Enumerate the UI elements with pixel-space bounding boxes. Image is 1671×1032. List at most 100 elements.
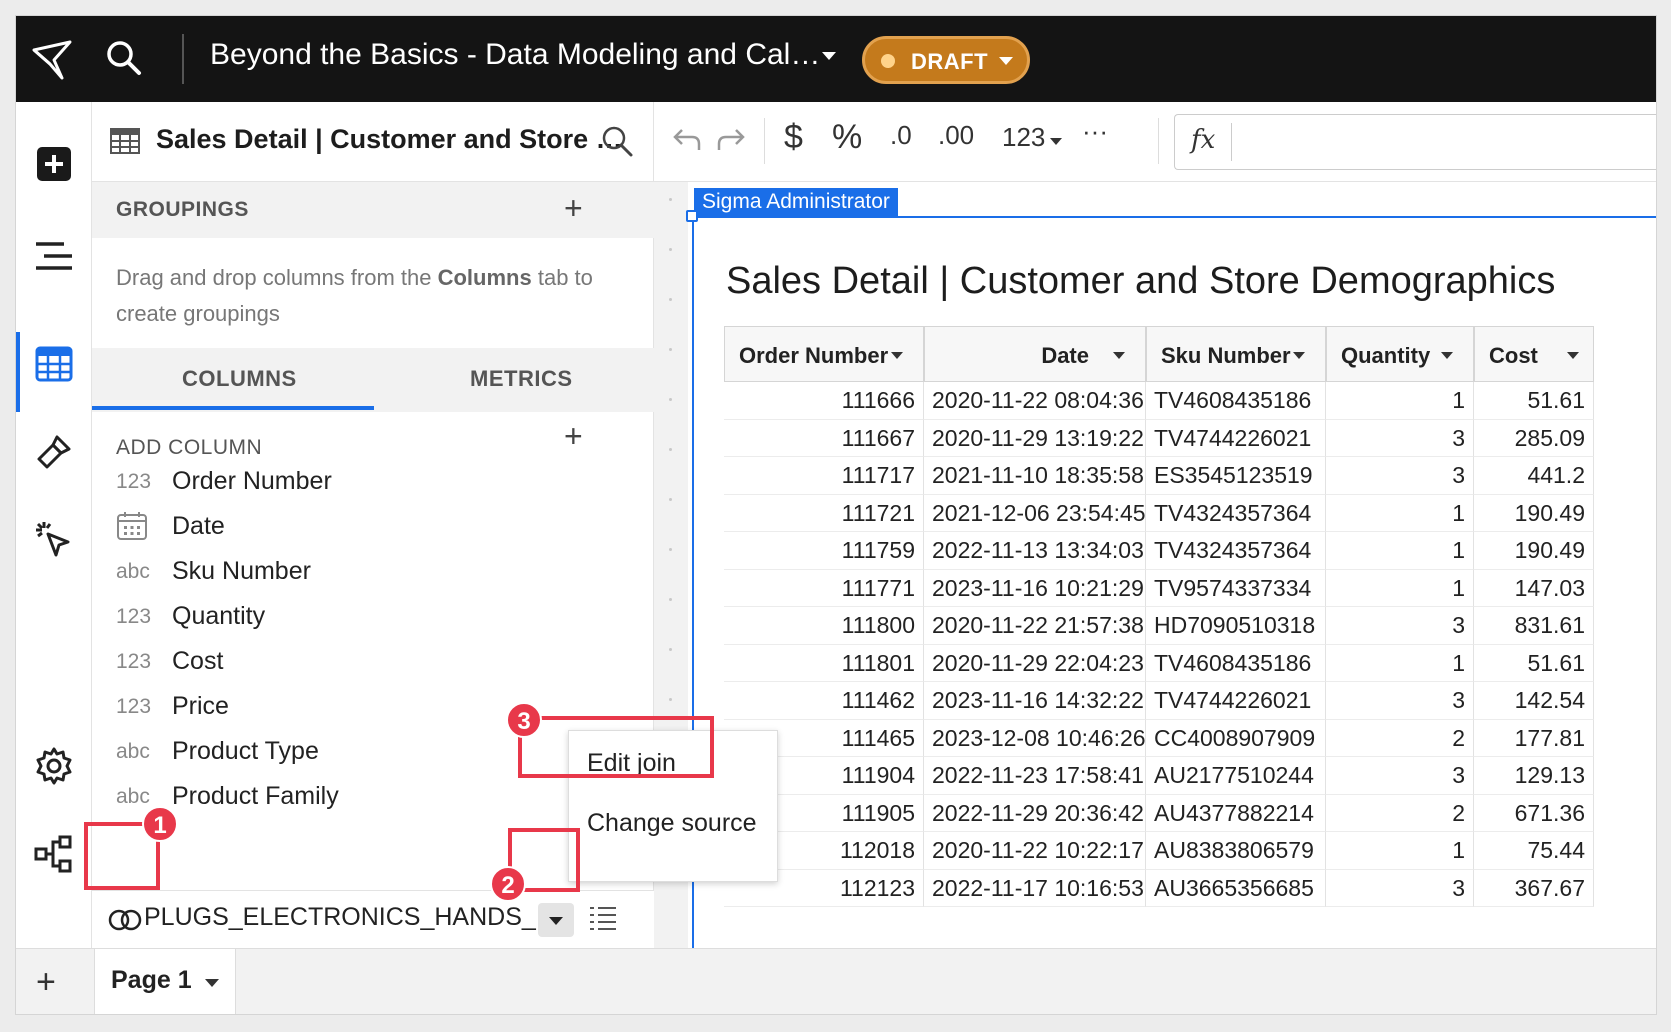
- table-cell[interactable]: TV4608435186: [1146, 644, 1326, 682]
- page-tab[interactable]: Page 1: [94, 949, 236, 1014]
- table-cell[interactable]: 2022-11-17 10:16:53: [924, 869, 1146, 907]
- table-cell[interactable]: 147.03: [1474, 569, 1594, 607]
- table-cell[interactable]: 75.44: [1474, 832, 1594, 870]
- column-item[interactable]: 123 Price: [116, 689, 536, 729]
- table-cell[interactable]: 441.2: [1474, 457, 1594, 495]
- table-cell[interactable]: 2020-11-29 22:04:23: [924, 644, 1146, 682]
- table-element[interactable]: Sales Detail | Customer and Store Demogr…: [692, 216, 1656, 956]
- table-cell[interactable]: 3: [1326, 457, 1474, 495]
- column-list-icon[interactable]: [588, 903, 618, 938]
- more-options-button[interactable]: ···: [1082, 116, 1108, 147]
- table-cell[interactable]: 2023-12-08 10:46:26: [924, 719, 1146, 757]
- table-cell[interactable]: 1: [1326, 382, 1474, 420]
- undo-icon[interactable]: [672, 124, 702, 162]
- column-item[interactable]: abc Product Type: [116, 734, 536, 774]
- table-cell[interactable]: 285.09: [1474, 419, 1594, 457]
- table-cell[interactable]: 1: [1326, 644, 1474, 682]
- table-cell[interactable]: 2020-11-29 13:19:22: [924, 419, 1146, 457]
- table-cell[interactable]: TV4744226021: [1146, 682, 1326, 720]
- table-cell[interactable]: 111667: [724, 419, 924, 457]
- table-cell[interactable]: 190.49: [1474, 532, 1594, 570]
- column-menu-chevron-down-icon[interactable]: [1441, 352, 1453, 359]
- table-cell[interactable]: AU8383806579: [1146, 832, 1326, 870]
- table-cell[interactable]: 2020-11-22 10:22:17: [924, 832, 1146, 870]
- tab-metrics[interactable]: METRICS: [470, 366, 573, 392]
- column-item[interactable]: abc Product Family: [116, 779, 536, 819]
- resize-handle[interactable]: [686, 210, 698, 222]
- table-cell[interactable]: 111759: [724, 532, 924, 570]
- add-grouping-icon[interactable]: +: [564, 192, 583, 224]
- table-cell[interactable]: 367.67: [1474, 869, 1594, 907]
- table-cell[interactable]: 2: [1326, 719, 1474, 757]
- table-icon[interactable]: [30, 340, 78, 388]
- add-column-icon[interactable]: +: [564, 420, 583, 452]
- table-cell[interactable]: 1: [1326, 569, 1474, 607]
- change-source-menu-item[interactable]: Change source: [587, 809, 757, 838]
- element-title[interactable]: Sales Detail | Customer and Store Demogr…: [726, 260, 1555, 303]
- table-cell[interactable]: 2: [1326, 794, 1474, 832]
- table-cell[interactable]: AU2177510244: [1146, 757, 1326, 795]
- column-header[interactable]: Order Number: [724, 326, 924, 382]
- table-cell[interactable]: AU4377882214: [1146, 794, 1326, 832]
- table-cell[interactable]: 2023-11-16 10:21:29: [924, 569, 1146, 607]
- add-page-icon[interactable]: +: [36, 963, 56, 1002]
- percent-format-button[interactable]: %: [832, 118, 862, 157]
- chevron-down-icon[interactable]: [205, 979, 219, 987]
- table-cell[interactable]: 111800: [724, 607, 924, 645]
- table-cell[interactable]: CC4008907909: [1146, 719, 1326, 757]
- decrease-decimals-button[interactable]: .0: [890, 120, 912, 151]
- table-cell[interactable]: 3: [1326, 757, 1474, 795]
- table-cell[interactable]: TV4324357364: [1146, 532, 1326, 570]
- table-cell[interactable]: 2020-11-22 08:04:36: [924, 382, 1146, 420]
- sigma-logo-icon[interactable]: [30, 38, 76, 82]
- column-item[interactable]: Date: [116, 509, 536, 549]
- table-cell[interactable]: 831.61: [1474, 607, 1594, 645]
- table-cell[interactable]: 3: [1326, 682, 1474, 720]
- table-cell[interactable]: 1: [1326, 532, 1474, 570]
- column-item[interactable]: 123 Cost: [116, 644, 536, 684]
- table-cell[interactable]: 3: [1326, 869, 1474, 907]
- number-format-button[interactable]: 123: [1002, 122, 1045, 153]
- table-cell[interactable]: 2022-11-23 17:58:41: [924, 757, 1146, 795]
- source-menu-button[interactable]: [538, 903, 574, 937]
- table-cell[interactable]: TV4744226021: [1146, 419, 1326, 457]
- column-menu-chevron-down-icon[interactable]: [1567, 352, 1579, 359]
- table-cell[interactable]: 177.81: [1474, 719, 1594, 757]
- lineage-icon[interactable]: [30, 830, 78, 878]
- number-format-chevron-down-icon[interactable]: [1050, 138, 1062, 145]
- pointer-click-icon[interactable]: [30, 516, 78, 564]
- workbook-title[interactable]: Beyond the Basics - Data Modeling and Ca…: [210, 38, 820, 72]
- table-cell[interactable]: TV4324357364: [1146, 494, 1326, 532]
- column-header[interactable]: Date: [924, 326, 1146, 382]
- table-cell[interactable]: HD7090510318: [1146, 607, 1326, 645]
- table-cell[interactable]: AU3665356685: [1146, 869, 1326, 907]
- currency-format-button[interactable]: $: [784, 118, 803, 157]
- table-cell[interactable]: 111801: [724, 644, 924, 682]
- table-cell[interactable]: 129.13: [1474, 757, 1594, 795]
- table-cell[interactable]: 1: [1326, 494, 1474, 532]
- table-cell[interactable]: 3: [1326, 607, 1474, 645]
- table-cell[interactable]: 671.36: [1474, 794, 1594, 832]
- title-chevron-down-icon[interactable]: [822, 52, 836, 60]
- table-cell[interactable]: 111721: [724, 494, 924, 532]
- table-cell[interactable]: TV4608435186: [1146, 382, 1326, 420]
- increase-decimals-button[interactable]: .00: [938, 120, 974, 151]
- outline-icon[interactable]: [30, 232, 78, 280]
- redo-icon[interactable]: [716, 124, 746, 162]
- data-source-row[interactable]: PLUGS_ELECTRONICS_HANDS_…: [92, 890, 654, 948]
- column-item[interactable]: 123 Order Number: [116, 464, 536, 504]
- column-menu-chevron-down-icon[interactable]: [1113, 352, 1125, 359]
- table-cell[interactable]: 1: [1326, 832, 1474, 870]
- add-icon[interactable]: [30, 140, 78, 188]
- draft-status-button[interactable]: DRAFT: [862, 36, 1030, 84]
- table-cell[interactable]: 2023-11-16 14:32:22: [924, 682, 1146, 720]
- table-cell[interactable]: 2021-12-06 23:54:45: [924, 494, 1146, 532]
- column-header[interactable]: Sku Number: [1146, 326, 1326, 382]
- table-cell[interactable]: 142.54: [1474, 682, 1594, 720]
- table-cell[interactable]: 2022-11-29 20:36:42: [924, 794, 1146, 832]
- settings-icon[interactable]: [30, 742, 78, 790]
- table-cell[interactable]: 111462: [724, 682, 924, 720]
- column-item[interactable]: 123 Quantity: [116, 599, 536, 639]
- formula-bar[interactable]: fx: [1174, 114, 1656, 170]
- column-menu-chevron-down-icon[interactable]: [891, 352, 903, 359]
